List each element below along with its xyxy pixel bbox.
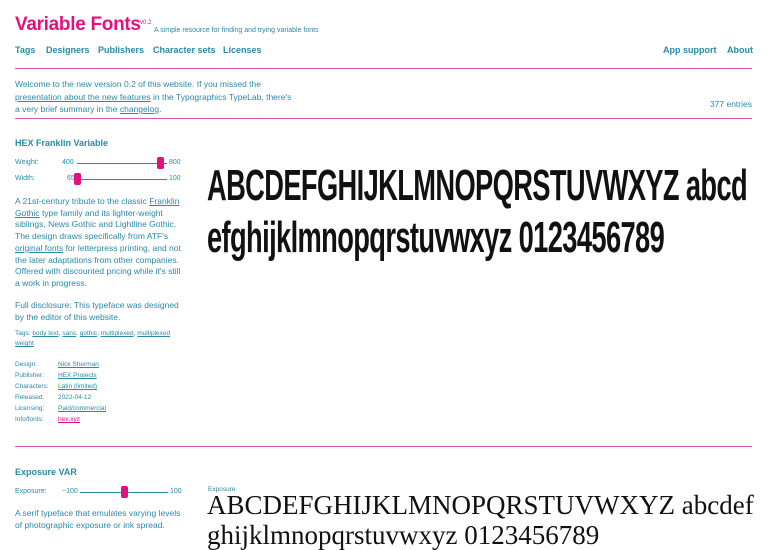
nav-designers[interactable]: Designers [46, 45, 90, 55]
entry-metadata: Design: Nick Sherman Publisher: HEX Projec… [15, 359, 106, 425]
entry-description: A 21st-century tribute to the classic Fr… [15, 196, 185, 290]
tags-label: Tags: [15, 330, 31, 337]
meta-key: Design: [15, 361, 38, 368]
intro-text-part: Welcome to the new version 0.2 of this w… [15, 79, 261, 89]
weight-slider-track[interactable] [77, 163, 167, 164]
nav-character-sets[interactable]: Character sets [153, 45, 216, 55]
meta-key: Released: [15, 394, 45, 401]
weight-slider-label: Weight: [15, 159, 39, 166]
tag-link[interactable]: multiplexed [101, 330, 134, 337]
exposure-slider-min: −100 [62, 488, 78, 495]
font-specimen[interactable]: ABCDEFGHIJKLMNOPQRSTUVWXYZ abcdefghijklm… [207, 490, 767, 550]
width-slider-label: Width: [15, 175, 35, 182]
characters-link[interactable]: Latin (limited) [58, 383, 97, 390]
nav-licenses[interactable]: Licenses [223, 45, 262, 55]
meta-key: Info/fonts: [15, 416, 44, 423]
nav-tags[interactable]: Tags [15, 45, 35, 55]
entry-tags: Tags: body text, sans, gothic, multiplex… [15, 330, 171, 347]
entry-title[interactable]: Exposure VAR [15, 467, 77, 477]
tag-link[interactable]: sans [62, 330, 76, 337]
desc-text: type family and its lighter-weight sibli… [15, 207, 177, 242]
width-slider-thumb[interactable] [74, 173, 81, 185]
width-slider-max: 100 [169, 175, 181, 182]
site-tagline: A simple resource for finding and trying… [154, 27, 319, 34]
info-fonts-link[interactable]: hex.xyz [58, 416, 80, 423]
version-badge: v0.2 [140, 20, 152, 26]
weight-slider-min: 400 [62, 159, 74, 166]
header-divider [15, 68, 752, 69]
intro-text-part: . [159, 104, 162, 114]
tag-link[interactable]: body text [32, 330, 58, 337]
entry-divider [15, 446, 752, 447]
nav-app-support[interactable]: App support [663, 45, 717, 55]
exposure-slider-thumb[interactable] [121, 486, 128, 498]
desc-text: A 21st-century tribute to the classic [15, 196, 150, 206]
tag-link[interactable]: gothic [80, 330, 97, 337]
meta-key: Characters: [15, 383, 49, 390]
font-specimen[interactable]: ABCDEFGHIJKLMNOPQRSTUVWXYZ abcdefghijklm… [207, 160, 755, 264]
licensing-link[interactable]: Paid/commercial [58, 405, 106, 412]
publisher-link[interactable]: HEX Projects [58, 372, 97, 379]
entry-title[interactable]: HEX Franklin Variable [15, 138, 108, 148]
exposure-slider-label: Exposure: [15, 488, 47, 495]
meta-key: Licensing: [15, 405, 45, 412]
release-date: 2022-04-12 [58, 394, 92, 401]
weight-slider-max: 800 [169, 159, 181, 166]
entry-description: A serif typeface that emulates varying l… [15, 508, 181, 530]
designer-link[interactable]: Nick Sherman [58, 361, 99, 368]
meta-key: Publisher: [15, 372, 44, 379]
intro-text: Welcome to the new version 0.2 of this w… [15, 78, 295, 116]
width-slider-track[interactable] [77, 179, 167, 180]
exposure-slider-max: 100 [170, 488, 182, 495]
original-fonts-link[interactable]: original fonts [15, 243, 63, 253]
intro-divider [15, 118, 752, 119]
site-title[interactable]: Variable Fonts [15, 14, 141, 36]
entry-count: 377 entries [709, 99, 752, 109]
nav-about[interactable]: About [727, 45, 753, 55]
entry-disclosure: Full disclosure: This typeface was desig… [15, 300, 179, 322]
presentation-link[interactable]: presentation about the new features [15, 92, 151, 102]
nav-publishers[interactable]: Publishers [98, 45, 144, 55]
weight-slider-thumb[interactable] [156, 157, 164, 169]
changelog-link[interactable]: changelog [120, 104, 159, 114]
